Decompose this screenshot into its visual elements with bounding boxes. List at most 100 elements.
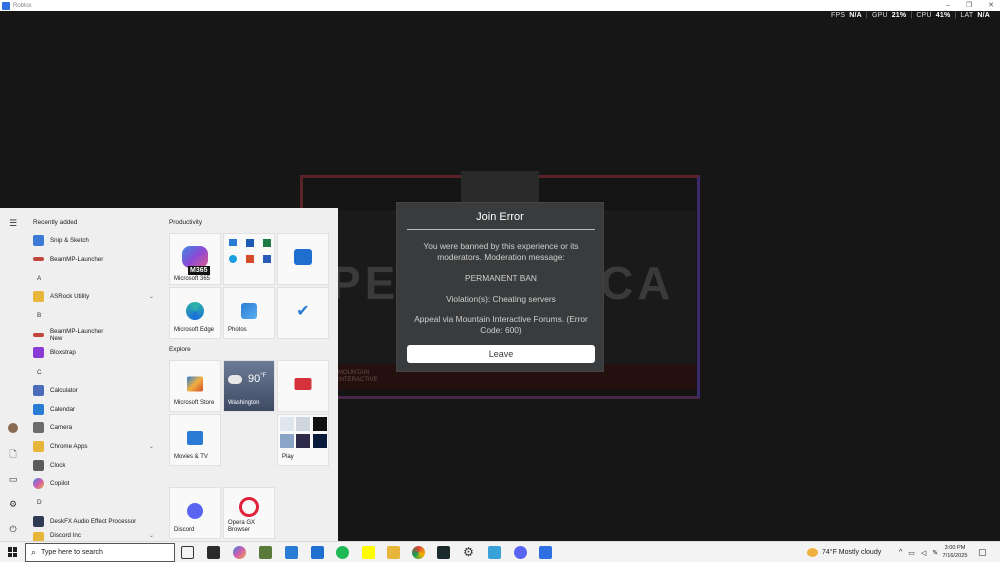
folder-taskbar-icon[interactable] xyxy=(387,546,400,559)
clock-icon xyxy=(33,459,44,471)
chevron-down-icon: ⌄ xyxy=(148,533,154,539)
app-snip-sketch[interactable]: Snip & Sketch xyxy=(33,233,159,247)
app-list: Recently added Snip & Sketch BeamMP-Laun… xyxy=(26,208,162,541)
deskfx-icon xyxy=(33,515,44,527)
app-beammp-recent[interactable]: BeamMP-Launcher xyxy=(33,252,159,266)
leave-button[interactable]: Leave xyxy=(407,345,595,363)
violation-text: Violation(s): Cheating servers xyxy=(446,294,556,304)
app-calculator[interactable]: Calculator xyxy=(33,383,159,397)
cpu-value: 41% xyxy=(935,12,951,19)
letter-c[interactable]: C xyxy=(37,369,42,376)
partly-cloudy-icon xyxy=(807,548,818,557)
chevron-down-icon: ⌄ xyxy=(148,443,154,450)
store-taskbar-icon[interactable] xyxy=(285,546,298,559)
ban-message: You were banned by this experience or it… xyxy=(423,241,579,262)
new-badge: New xyxy=(50,334,63,342)
chrome-icon[interactable] xyxy=(412,546,425,559)
weather-widget[interactable]: 74°F Mostly cloudy xyxy=(807,542,881,562)
minimize-button[interactable]: – xyxy=(946,0,950,11)
discord-icon xyxy=(187,502,203,519)
tile-todo[interactable]: ✔ xyxy=(277,287,329,339)
movies-tv-icon xyxy=(187,430,203,445)
search-icon: ⌕ xyxy=(31,547,37,557)
letter-a[interactable]: A xyxy=(37,275,41,282)
system-tray: ^ ▭ ◁ ✎ xyxy=(899,542,938,562)
cpu-label: CPU xyxy=(916,12,932,19)
window-title: Roblox xyxy=(13,2,32,9)
tile-microsoft-store[interactable]: Microsoft Store xyxy=(169,360,221,412)
opera-gx-icon xyxy=(239,497,259,517)
roblox-taskbar-icon[interactable] xyxy=(539,546,552,559)
weather-summary: 74°F Mostly cloudy xyxy=(822,549,882,556)
tile-movies-tv[interactable]: Movies & TV xyxy=(169,414,221,466)
minecraft-icon[interactable] xyxy=(259,546,272,559)
copilot-taskbar-icon[interactable] xyxy=(233,546,246,559)
tile-weather[interactable]: 90°F Washington xyxy=(223,360,275,412)
task-view-icon[interactable] xyxy=(181,546,194,559)
taskbar-clock[interactable]: 3:00 PM 7/16/2025 xyxy=(938,544,972,560)
fps-label: FPS xyxy=(831,12,846,19)
close-button[interactable]: ✕ xyxy=(988,0,994,11)
bloxstrap-icon xyxy=(33,346,44,358)
windows-start-button[interactable] xyxy=(8,547,18,557)
hamburger-menu-icon[interactable]: ☰ xyxy=(8,218,18,228)
tile-microsoft-edge[interactable]: Microsoft Edge xyxy=(169,287,221,339)
app-bloxstrap[interactable]: Bloxstrap xyxy=(33,345,159,359)
maximize-button[interactable]: ❐ xyxy=(966,0,972,11)
gpu-label: GPU xyxy=(871,12,888,19)
pictures-icon[interactable]: ▭ xyxy=(8,474,18,484)
game-icon xyxy=(296,434,310,448)
window-titlebar: Roblox – ❐ ✕ xyxy=(0,0,1000,11)
weather-temperature: 90°F xyxy=(248,373,267,385)
beammp-icon xyxy=(33,332,44,337)
app-chrome-apps[interactable]: Chrome Apps ⌄ xyxy=(33,439,159,453)
settings-gear-icon[interactable]: ⚙ xyxy=(8,499,18,509)
tile-discord[interactable]: Discord xyxy=(169,487,221,539)
app-taskbar-icon[interactable] xyxy=(488,546,501,559)
tile-outlook[interactable] xyxy=(277,233,329,285)
group-productivity: Productivity xyxy=(169,219,203,226)
taskbar: ⌕ Type here to search ⚙ 74°F Mostly clou… xyxy=(0,541,1000,562)
folder-icon xyxy=(33,440,44,452)
app-copilot[interactable]: Copilot xyxy=(33,476,159,490)
tile-news[interactable] xyxy=(277,360,329,412)
game-icon xyxy=(280,434,294,448)
m365-badge: M365 xyxy=(188,266,210,275)
documents-icon[interactable]: 🗋 xyxy=(8,449,18,459)
game-icon xyxy=(280,417,294,431)
letter-d[interactable]: D xyxy=(37,499,42,506)
chevron-up-icon[interactable]: ^ xyxy=(899,549,902,556)
volume-icon[interactable]: ◁ xyxy=(921,549,926,557)
tile-photos[interactable]: Photos xyxy=(223,287,275,339)
notifications-icon[interactable]: ▢ xyxy=(978,542,987,562)
user-avatar[interactable] xyxy=(8,423,18,433)
settings-taskbar-icon[interactable]: ⚙ xyxy=(462,546,475,559)
app-discord-inc[interactable]: Discord Inc ⌄ xyxy=(33,532,159,541)
word-icon xyxy=(263,255,271,263)
letter-b[interactable]: B xyxy=(37,312,41,319)
outlook-taskbar-icon[interactable] xyxy=(311,546,324,559)
network-icon[interactable]: ▭ xyxy=(908,549,915,557)
tile-play-folder[interactable]: Play xyxy=(277,414,329,466)
snapchat-icon[interactable] xyxy=(362,546,375,559)
spotify-icon[interactable] xyxy=(336,546,349,559)
join-error-dialog: Join Error You were banned by this exper… xyxy=(396,202,604,372)
app-beammp-launcher[interactable]: BeamMP-Launcher New xyxy=(33,326,159,343)
photoshop-icon xyxy=(313,434,327,448)
file-explorer-icon[interactable] xyxy=(207,546,220,559)
power-icon[interactable]: ⏻ xyxy=(8,524,18,534)
app-clock[interactable]: Clock xyxy=(33,458,159,472)
app-asrock-utility[interactable]: ASRock Utility ⌄ xyxy=(33,289,159,303)
discord-taskbar-icon[interactable] xyxy=(514,546,527,559)
tile-opera-gx[interactable]: Opera GX Browser xyxy=(223,487,275,539)
tile-microsoft-365[interactable]: M365 Microsoft 365 xyxy=(169,233,221,285)
app-calendar[interactable]: Calendar xyxy=(33,402,159,416)
start-menu: ☰ 🗋 ▭ ⚙ ⏻ Recently added Snip & Sketch B… xyxy=(0,208,338,541)
tile-office-apps-folder[interactable] xyxy=(223,233,275,285)
skype-icon xyxy=(229,255,237,263)
app-deskfx[interactable]: DeskFX Audio Effect Processor xyxy=(33,514,159,528)
taskbar-search-box[interactable]: ⌕ Type here to search xyxy=(25,543,175,562)
terminal-icon[interactable] xyxy=(437,546,450,559)
store-icon xyxy=(187,376,203,391)
app-camera[interactable]: Camera xyxy=(33,420,159,434)
